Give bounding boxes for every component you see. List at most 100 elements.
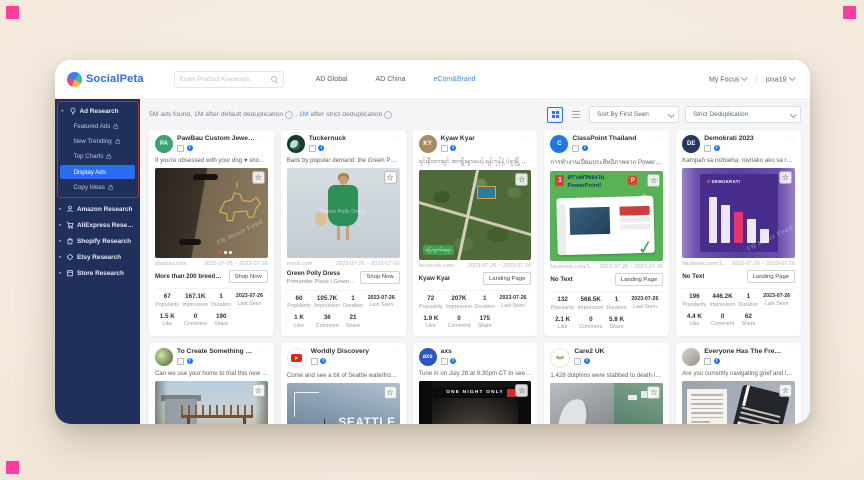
product-title[interactable]: No Text [550,276,572,283]
search-input[interactable] [180,76,267,83]
advertiser-name[interactable]: Everyone Has The Freedom To... [704,348,782,355]
favorite-button[interactable]: ☆ [779,384,792,397]
nav-item-ad-global[interactable]: AD Global [316,76,348,83]
advertiser-name[interactable]: Worldly Discovery [311,348,387,355]
nav-item-ecom-brand[interactable]: eCom&Brand [434,76,476,83]
cta-button[interactable]: Shop Now [360,271,399,284]
ad-domain[interactable]: facebook.com/1... [550,264,594,270]
display-network-icon [574,358,581,365]
ad-date-range: 2023-07-26 ~ 2023-07-26 [204,261,268,267]
ad-media[interactable]: ONE NIGHT ONLY☆ [419,381,532,424]
advertiser-name[interactable]: Kyaw Kyar [441,135,519,142]
sidebar-item-amazon-research[interactable]: ▸Amazon Research [55,201,140,217]
cart-icon [66,221,74,229]
cta-button[interactable]: Landing Page [483,272,531,285]
ad-description: 1,428 dolphins were stabbed to death in … [550,372,663,379]
ad-domain[interactable]: tnuck.com [287,261,313,267]
ad-domain[interactable]: pawbau.com [155,261,187,267]
more-button[interactable]: ··· [523,348,532,353]
sidebar-item-shopify-research[interactable]: ▸Shopify Research [55,233,140,249]
more-button[interactable]: ··· [391,348,400,353]
sidebar-item-copy-ideas[interactable]: Copy Ideas [58,180,138,195]
list-view-button[interactable] [569,108,583,122]
grid-view-button[interactable] [547,107,563,123]
more-button[interactable]: ··· [391,135,400,140]
ad-media[interactable]: FB News Feed☆ [155,168,268,258]
sidebar-item-aliexpress-research[interactable]: ▸AliExpress Research [55,217,140,233]
more-button[interactable]: ··· [259,135,268,140]
product-title[interactable]: More than 200 breeds available [155,273,225,280]
advertiser-name[interactable]: ClassPoint Thailand [572,135,650,142]
sidebar-item-new-trending[interactable]: New Trending [58,134,138,149]
favorite-button[interactable]: ☆ [384,171,397,184]
advertiser-name[interactable]: axs [441,348,519,355]
ad-domain[interactable]: facebook.com/10... [682,261,727,267]
sidebar-item-store-research[interactable]: ▸Store Research [55,265,140,281]
favorite-button[interactable]: ☆ [252,171,265,184]
advertiser-name[interactable]: PawBau Custom Jewelry [177,135,255,142]
social-stats-row: 2.1 KLike0Comment5.8 KShare [550,316,663,331]
product-title[interactable]: Kyaw Kyar [419,275,451,282]
ad-media[interactable]: SEATTLEWASHINGTON☆ [287,383,400,424]
more-button[interactable]: ··· [787,348,796,353]
product-title[interactable]: No Text [682,273,704,280]
favorite-button[interactable]: ☆ [647,174,660,187]
ad-domain[interactable]: facebook.com/... [419,263,460,269]
ad-media[interactable]: ☆ [550,383,663,424]
card-meta-row: facebook.com/10...2023-07-26 ~ 2023-07-2… [682,261,795,267]
advertiser-name[interactable]: To Create Something Exceptio... [177,348,255,355]
app-header: SocialPeta AD Global AD China eCom&Brand… [55,60,810,99]
info-icon[interactable]: i [285,111,293,119]
dedup-select[interactable]: Strict Deduplication [685,106,801,123]
favorite-button[interactable]: ☆ [384,386,397,399]
ad-media[interactable]: မြေကွက်နေရာ☆ [419,170,532,260]
advertiser-name[interactable]: Care2 UK [574,348,650,355]
favorite-button[interactable]: ☆ [252,384,265,397]
strict-count-link[interactable]: 1M [299,111,308,118]
sidebar-item-featured-ads[interactable]: Featured Ads [58,119,138,134]
more-button[interactable]: ··· [259,348,268,353]
sidebar-item-etsy-research[interactable]: ▸Etsy Research [55,249,140,265]
favorite-button[interactable]: ☆ [647,386,660,399]
card-header-mid: Demokrati 2023f [704,135,782,152]
sidebar-item-top-charts[interactable]: Top Charts [58,149,138,164]
stats-row: 132Popularity568.5KImpression1Duration20… [550,291,663,311]
favorite-button[interactable]: ☆ [515,173,528,186]
callout-pill [193,174,218,180]
favorite-button[interactable]: ☆ [779,171,792,184]
user-menu[interactable]: josa19 [766,75,794,84]
ad-media[interactable]: DEMOKRATIFB News Feed☆ [682,168,795,258]
display-network-icon [572,145,579,152]
cta-button[interactable]: Landing Page [747,270,795,283]
more-button[interactable]: ··· [655,135,664,140]
nav-item-ad-china[interactable]: AD China [376,76,406,83]
channel-icons: f [572,145,650,152]
sidebar-item-ad-research[interactable]: ▸Ad Research [58,103,138,119]
ad-media[interactable]: ☆ [155,381,268,424]
product-title[interactable]: Green Polly Dress [287,270,357,277]
cta-button[interactable]: Landing Page [615,273,663,286]
username-label: josa19 [766,76,787,83]
cta-button[interactable]: Shop Now [229,270,268,283]
favorite-button[interactable]: ☆ [515,384,528,397]
ad-media[interactable]: 1สร้างควิซลงในPowerPoint!P★✓☆ [550,171,663,261]
info-icon[interactable]: i [384,111,392,119]
more-button[interactable]: ··· [655,348,664,353]
dolphin-photo-half [550,383,613,424]
sort-select[interactable]: Sort By First Seen [589,106,679,123]
ad-media[interactable]: Green Polly Dress☆ [287,168,400,258]
brand-logo[interactable]: SocialPeta [67,72,144,87]
search-icon[interactable] [271,76,278,83]
my-focus-menu[interactable]: My Focus [709,75,747,84]
social-stat-label: Share [475,323,495,329]
advertiser-name[interactable]: Demokrati 2023 [704,135,782,142]
more-button[interactable]: ··· [787,135,796,140]
advertiser-name[interactable]: Tuckernuck [309,135,387,142]
search-box[interactable] [174,71,284,88]
social-stat-cell: 2.1 KLike [550,316,575,331]
ad-media[interactable]: ☆ [682,381,795,424]
more-button[interactable]: ··· [523,135,532,140]
primary-nav: AD Global AD China eCom&Brand [316,76,476,83]
product-info: No Text [682,273,704,280]
sidebar-item-display-ads[interactable]: Display Ads [60,165,135,179]
